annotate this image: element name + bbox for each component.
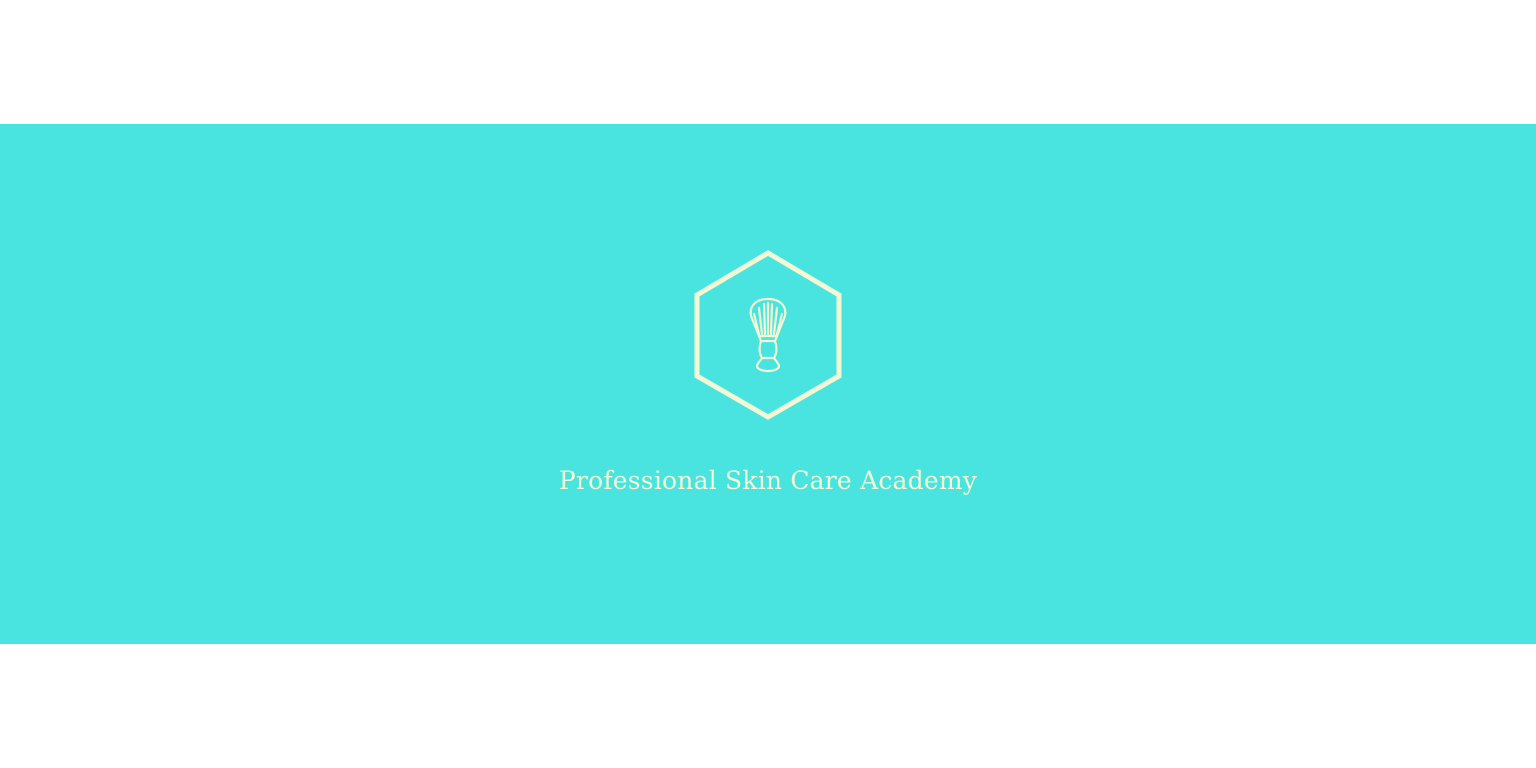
logo <box>693 250 843 420</box>
page: Professional Skin Care Academy <box>0 0 1536 768</box>
hexagon-logo-icon <box>694 250 842 420</box>
brand-name: Professional Skin Care Academy <box>558 466 978 495</box>
shaving-brush-icon <box>749 297 787 373</box>
